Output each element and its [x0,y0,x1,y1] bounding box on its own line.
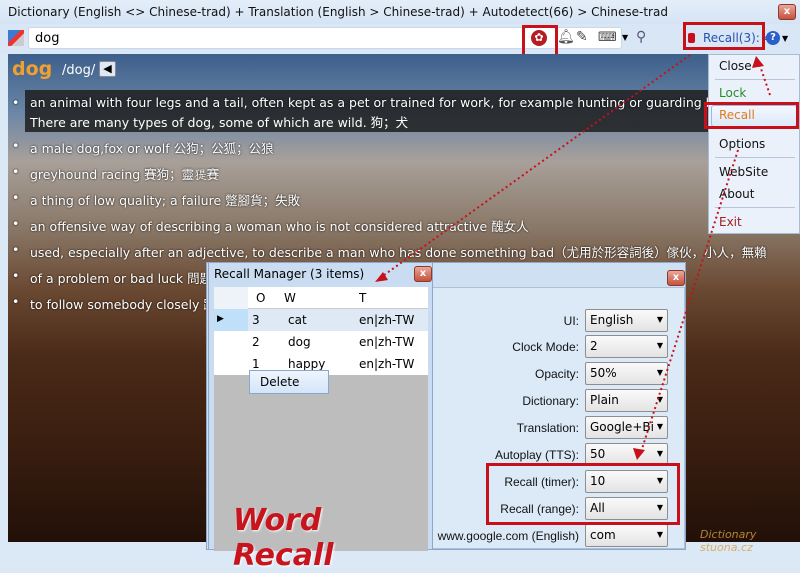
annotation-arrows [375,54,771,460]
